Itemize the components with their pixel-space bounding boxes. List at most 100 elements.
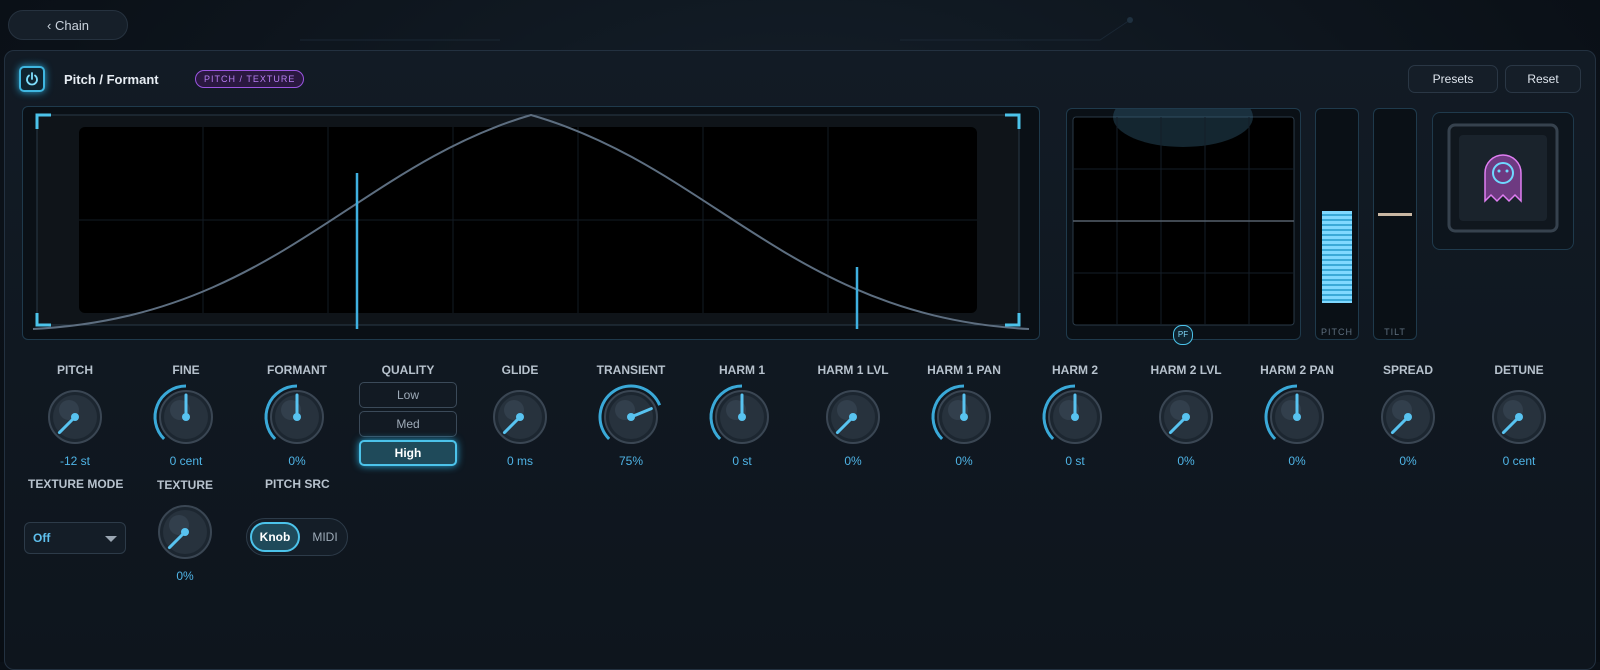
knob-graphic	[1492, 390, 1546, 444]
pitch-knob[interactable]	[40, 382, 110, 452]
pitch-meter: PITCH	[1315, 108, 1359, 340]
tilt-meter[interactable]: TILT	[1373, 108, 1417, 340]
harm1pan-control: HARM 1 PAN 0%	[909, 362, 1019, 468]
knob-graphic	[931, 384, 991, 444]
pitch-src-label: PITCH SRC	[265, 477, 330, 491]
knob-graphic	[1264, 384, 1324, 444]
transient-label: TRANSIENT	[596, 363, 666, 377]
presets-button[interactable]: Presets	[1408, 65, 1498, 93]
formant-control: FORMANT 0%	[242, 362, 352, 468]
harm2lvl-control: HARM 2 LVL 0%	[1131, 362, 1241, 468]
glide-control: GLIDE 0 ms	[465, 362, 575, 468]
texture-mode-label: TEXTURE MODE	[28, 477, 124, 491]
power-icon	[26, 72, 38, 86]
category-badge: PITCH / TEXTURE	[195, 70, 305, 88]
knob-graphic	[598, 384, 662, 444]
pitch-value: -12 st	[59, 454, 90, 468]
knob-graphic	[1381, 390, 1435, 444]
harm2lvl-label: HARM 2 LVL	[1150, 363, 1222, 377]
glide-value: 0 ms	[506, 454, 533, 468]
knob-graphic	[158, 505, 212, 559]
pitch-curve-display[interactable]	[22, 57, 1040, 340]
knob-graphic	[48, 390, 102, 444]
transient-value: 75%	[618, 454, 644, 468]
texture-label: TEXTURE	[156, 478, 213, 492]
harm1pan-knob[interactable]	[929, 382, 999, 452]
harm1-knob[interactable]	[707, 382, 777, 452]
fine-control: FINE 0 cent	[131, 362, 241, 468]
fine-knob[interactable]	[151, 382, 221, 452]
harm2pan-value: 0%	[1288, 454, 1306, 468]
texture-knob[interactable]	[150, 497, 220, 567]
back-to-chain-button[interactable]: ‹ Chain	[8, 10, 128, 40]
harm1pan-value: 0%	[955, 454, 973, 468]
spread-control: SPREAD 0%	[1353, 362, 1463, 468]
harm1pan-label: HARM 1 PAN	[927, 363, 1001, 377]
quality-option-high[interactable]: High	[359, 440, 457, 466]
formant-label: FORMANT	[267, 363, 327, 377]
harm1-value: 0 st	[732, 454, 752, 468]
harm2lvl-knob[interactable]	[1151, 382, 1221, 452]
formant-knob[interactable]	[262, 382, 332, 452]
quality-label: QUALITY	[381, 363, 435, 377]
xy-pad[interactable]: PF	[1066, 87, 1301, 345]
spread-value: 0%	[1399, 454, 1417, 468]
harm2-knob[interactable]	[1040, 382, 1110, 452]
knob-graphic	[826, 390, 880, 444]
texture-mode-dropdown[interactable]: Off	[24, 522, 126, 554]
knob-graphic	[709, 384, 769, 444]
reset-button[interactable]: Reset	[1505, 65, 1581, 93]
knob-graphic	[1042, 384, 1102, 444]
pitch-control: PITCH -12 st	[20, 362, 130, 468]
tilt-meter-indicator	[1378, 213, 1412, 216]
pitch-meter-label: PITCH	[1321, 327, 1353, 337]
transient-knob[interactable]	[596, 382, 666, 452]
pitch-src-option-knob[interactable]: Knob	[250, 522, 300, 552]
fine-label: FINE	[172, 363, 200, 377]
harm1lvl-value: 0%	[844, 454, 862, 468]
tilt-meter-label: TILT	[1384, 327, 1406, 337]
quality-option-med[interactable]: Med	[359, 411, 457, 437]
detune-value: 0 cent	[1502, 454, 1536, 468]
harm1lvl-control: HARM 1 LVL 0%	[798, 362, 908, 468]
spread-label: SPREAD	[1382, 363, 1433, 377]
ghost-avatar-icon	[1447, 123, 1559, 233]
power-toggle-button[interactable]	[19, 66, 45, 92]
fine-value: 0 cent	[169, 454, 203, 468]
harm1-control: HARM 1 0 st	[687, 362, 797, 468]
character-avatar-frame	[1432, 112, 1574, 250]
harm1lvl-knob[interactable]	[818, 382, 888, 452]
harm2pan-label: HARM 2 PAN	[1260, 363, 1334, 377]
knob-graphic	[153, 384, 213, 444]
harm1-label: HARM 1	[718, 363, 765, 377]
quality-selector: QUALITY Low Med High	[358, 362, 458, 469]
detune-control: DETUNE 0 cent	[1464, 362, 1574, 468]
harm2-value: 0 st	[1065, 454, 1085, 468]
spread-knob[interactable]	[1373, 382, 1443, 452]
texture-mode-value: Off	[33, 531, 51, 545]
knob-graphic	[493, 390, 547, 444]
quality-option-low[interactable]: Low	[359, 382, 457, 408]
pitch-meter-fill	[1322, 211, 1352, 303]
harm2-label: HARM 2	[1051, 363, 1098, 377]
xy-grid	[1072, 87, 1295, 326]
chevron-down-icon	[105, 536, 117, 542]
harm2pan-control: HARM 2 PAN 0%	[1242, 362, 1352, 468]
knob-graphic	[264, 384, 324, 444]
pitch-src-toggle: Knob MIDI	[246, 518, 348, 556]
pitch-src-option-midi[interactable]: MIDI	[303, 522, 347, 552]
harm2lvl-value: 0%	[1177, 454, 1195, 468]
texture-control: TEXTURE 0%	[130, 477, 240, 583]
module-title: Pitch / Formant	[64, 72, 159, 87]
glide-knob[interactable]	[485, 382, 555, 452]
curve-visualizer	[32, 57, 1030, 330]
texture-value: 0%	[176, 569, 194, 583]
xy-pad-badge: PF	[1173, 325, 1193, 345]
detune-label: DETUNE	[1494, 363, 1544, 377]
formant-value: 0%	[288, 454, 306, 468]
detune-knob[interactable]	[1484, 382, 1554, 452]
knob-graphic	[1159, 390, 1213, 444]
transient-control: TRANSIENT 75%	[576, 362, 686, 468]
harm2pan-knob[interactable]	[1262, 382, 1332, 452]
harm2-control: HARM 2 0 st	[1020, 362, 1130, 468]
